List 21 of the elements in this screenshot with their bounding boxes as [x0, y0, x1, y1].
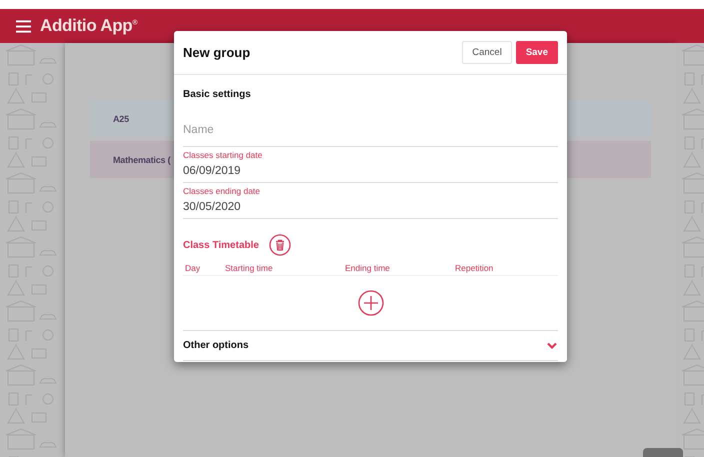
trash-icon[interactable] — [268, 234, 291, 256]
section-heading: Basic settings — [183, 89, 252, 102]
section-heading: Class Timetable — [183, 240, 259, 250]
column-header: Ending time — [345, 263, 390, 273]
column-header: Day — [185, 263, 200, 273]
dialog-title: New group — [183, 45, 250, 60]
field-label: Classes ending date — [183, 186, 262, 197]
name-field[interactable]: Name — [183, 120, 558, 140]
column-header: Repetition — [455, 263, 494, 273]
expander-row[interactable]: Other options — [183, 331, 558, 361]
date-field[interactable]: 30/05/2020 — [183, 197, 558, 217]
menu-icon[interactable] — [16, 20, 31, 32]
column-header: Starting time — [225, 263, 273, 273]
date-field[interactable]: 06/09/2019 — [183, 161, 558, 181]
group-name: A25 — [113, 114, 129, 124]
app-title: Additio App$^{®}$ — [40, 16, 138, 36]
group-name: Mathematics ( — [113, 154, 170, 164]
cancel-button[interactable]: Cancel — [462, 41, 512, 64]
save-button[interactable]: Save — [516, 41, 558, 64]
field-label: Classes starting date — [183, 150, 264, 161]
add-icon[interactable] — [358, 290, 384, 316]
